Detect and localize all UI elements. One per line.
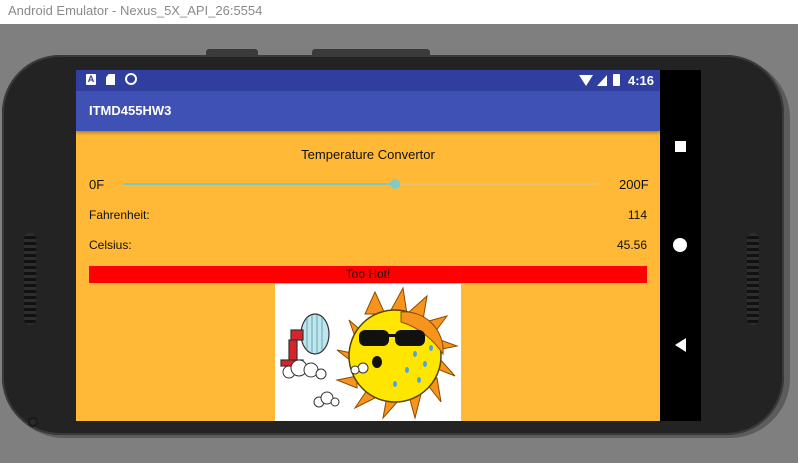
power-button[interactable] [206, 49, 258, 56]
sync-circle-icon [125, 73, 137, 85]
slider-fill [123, 183, 395, 185]
slider-min-label: 0F [89, 177, 105, 192]
celsius-value: 45.56 [616, 238, 647, 252]
celsius-label: Celsius: [89, 238, 132, 252]
a-notification-icon: A [86, 74, 96, 85]
app-bar: ITMD455HW3 [76, 91, 660, 131]
app-title: ITMD455HW3 [89, 103, 172, 118]
status-banner: Too Hot! [89, 266, 647, 283]
recents-square-icon[interactable] [675, 141, 686, 152]
slider-max-label: 200F [619, 177, 649, 192]
back-triangle-icon[interactable] [675, 338, 686, 352]
page-heading: Temperature Convertor [301, 147, 435, 162]
status-time: 4:16 [628, 73, 655, 88]
fahrenheit-label: Fahrenheit: [89, 208, 150, 222]
emulator-window-title: Android Emulator - Nexus_5X_API_26:5554 [8, 3, 263, 18]
signal-icon [597, 75, 607, 86]
home-circle-icon[interactable] [673, 238, 687, 252]
emulator-title-bar: Android Emulator - Nexus_5X_API_26:5554 [0, 0, 798, 24]
wifi-icon [579, 75, 593, 86]
navigation-bar [660, 70, 701, 421]
fahrenheit-value: 114 [627, 208, 647, 222]
slider-thumb[interactable] [389, 179, 400, 189]
battery-icon [613, 74, 620, 86]
hot-sun-with-fan-icon [275, 284, 461, 421]
left-speaker-grille [24, 233, 36, 325]
status-bar: A 4:16 [76, 70, 660, 91]
hot-sun-illustration [280, 286, 459, 420]
sd-card-icon [106, 74, 115, 85]
volume-button[interactable] [312, 49, 430, 56]
temperature-slider[interactable] [123, 176, 600, 192]
right-speaker-grille [747, 233, 759, 325]
device-screen: A 4:16 ITMD455HW3 Temperature Convertor … [76, 70, 660, 421]
front-camera [28, 417, 38, 427]
